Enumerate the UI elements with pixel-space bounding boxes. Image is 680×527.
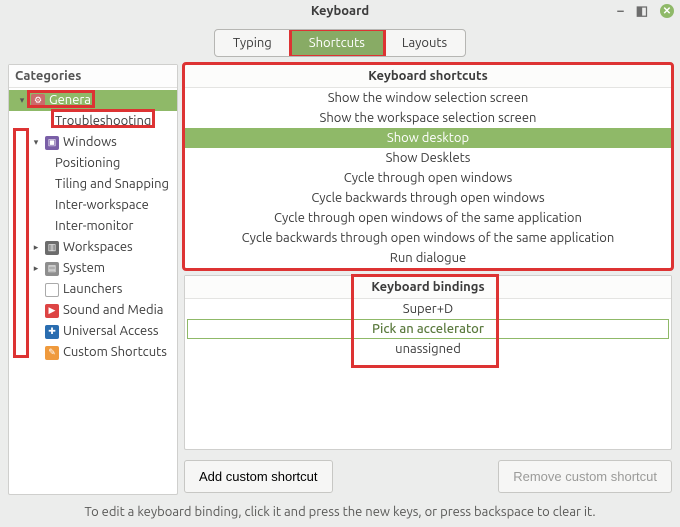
add-custom-shortcut-button[interactable]: Add custom shortcut <box>184 460 333 493</box>
tree-label: Troubleshooting <box>55 113 151 130</box>
shortcuts-header: Keyboard shortcuts <box>185 65 671 88</box>
workspaces-icon: ▥ <box>45 241 59 255</box>
collapse-icon[interactable]: ▾ <box>17 92 27 109</box>
tree-label: General <box>49 92 94 109</box>
expand-icon[interactable]: ▸ <box>31 239 41 256</box>
tree-windows[interactable]: ▾ ▣ Windows <box>9 132 177 153</box>
tree-label: Universal Access <box>63 323 158 340</box>
tree-label: Sound and Media <box>63 302 163 319</box>
tree-label: Positioning <box>55 155 120 172</box>
gear-icon: ⚙ <box>31 94 45 108</box>
shortcut-row[interactable]: Show Desklets <box>185 148 671 168</box>
windows-icon: ▣ <box>45 136 59 150</box>
binding-row[interactable]: Super+D <box>185 299 671 319</box>
tree-troubleshooting[interactable]: Troubleshooting <box>9 111 177 132</box>
tree-general[interactable]: ▾ ⚙ General <box>9 90 177 111</box>
footer-hint: To edit a keyboard binding, click it and… <box>0 499 680 527</box>
tree-intermon[interactable]: Inter-monitor <box>9 216 177 237</box>
shortcut-row[interactable]: Cycle through open windows of the same a… <box>185 208 671 228</box>
shortcut-row[interactable]: Show the window selection screen <box>185 88 671 108</box>
bindings-panel: Keyboard bindings Super+DPick an acceler… <box>184 275 672 450</box>
categories-header: Categories <box>9 65 177 88</box>
tree-label: Inter-monitor <box>55 218 133 235</box>
tree-tiling[interactable]: Tiling and Snapping <box>9 174 177 195</box>
tab-layouts[interactable]: Layouts <box>384 30 465 56</box>
shortcuts-list[interactable]: Show the window selection screenShow the… <box>185 88 671 268</box>
tree-custom[interactable]: ▸ ✎ Custom Shortcuts <box>9 342 177 363</box>
tree-label: System <box>63 260 105 277</box>
tree-label: Custom Shortcuts <box>63 344 167 361</box>
tab-shortcuts[interactable]: Shortcuts <box>291 30 384 56</box>
close-icon[interactable]: ✕ <box>660 4 674 18</box>
shortcut-row[interactable]: Run dialogue <box>185 248 671 268</box>
sound-icon: ▶ <box>45 304 59 318</box>
tree-sound[interactable]: ▸ ▶ Sound and Media <box>9 300 177 321</box>
window-title: Keyboard <box>311 4 369 18</box>
bindings-list[interactable]: Super+DPick an acceleratorunassigned <box>185 299 671 359</box>
wrench-icon: ✎ <box>45 346 59 360</box>
categories-tree[interactable]: ▾ ⚙ General Troubleshooting ▾ ▣ Windows … <box>9 88 177 494</box>
tab-bar: Typing Shortcuts Layouts <box>0 22 680 64</box>
minimize-icon[interactable]: – <box>617 0 624 22</box>
shortcut-row[interactable]: Cycle through open windows <box>185 168 671 188</box>
categories-panel: Categories ▾ ⚙ General Troubleshooting ▾… <box>8 64 178 495</box>
titlebar: Keyboard – ◧ ✕ <box>0 0 680 22</box>
launchers-icon <box>45 283 59 297</box>
tree-system[interactable]: ▸ ▤ System <box>9 258 177 279</box>
tree-interws[interactable]: Inter-workspace <box>9 195 177 216</box>
maximize-icon[interactable]: ◧ <box>636 0 648 22</box>
tree-launchers[interactable]: ▸ Launchers <box>9 279 177 300</box>
shortcuts-panel: Keyboard shortcuts Show the window selec… <box>184 64 672 269</box>
bindings-header: Keyboard bindings <box>185 276 671 299</box>
expand-icon[interactable]: ▸ <box>31 260 41 277</box>
shortcut-row[interactable]: Show desktop <box>185 128 671 148</box>
shortcut-row[interactable]: Show the workspace selection screen <box>185 108 671 128</box>
tree-label: Launchers <box>63 281 122 298</box>
accessibility-icon: ✚ <box>45 325 59 339</box>
tree-label: Inter-workspace <box>55 197 149 214</box>
button-row: Add custom shortcut Remove custom shortc… <box>184 456 672 495</box>
tree-label: Workspaces <box>63 239 133 256</box>
tree-label: Windows <box>63 134 117 151</box>
collapse-icon[interactable]: ▾ <box>31 134 41 151</box>
remove-custom-shortcut-button: Remove custom shortcut <box>498 460 672 493</box>
binding-pick-accelerator[interactable]: Pick an accelerator <box>187 319 669 339</box>
system-icon: ▤ <box>45 262 59 276</box>
binding-row[interactable]: unassigned <box>185 339 671 359</box>
shortcut-row[interactable]: Cycle backwards through open windows of … <box>185 228 671 248</box>
tree-label: Tiling and Snapping <box>55 176 169 193</box>
tree-positioning[interactable]: Positioning <box>9 153 177 174</box>
tab-typing[interactable]: Typing <box>215 30 291 56</box>
tree-ua[interactable]: ▸ ✚ Universal Access <box>9 321 177 342</box>
tree-workspaces[interactable]: ▸ ▥ Workspaces <box>9 237 177 258</box>
shortcut-row[interactable]: Cycle backwards through open windows <box>185 188 671 208</box>
